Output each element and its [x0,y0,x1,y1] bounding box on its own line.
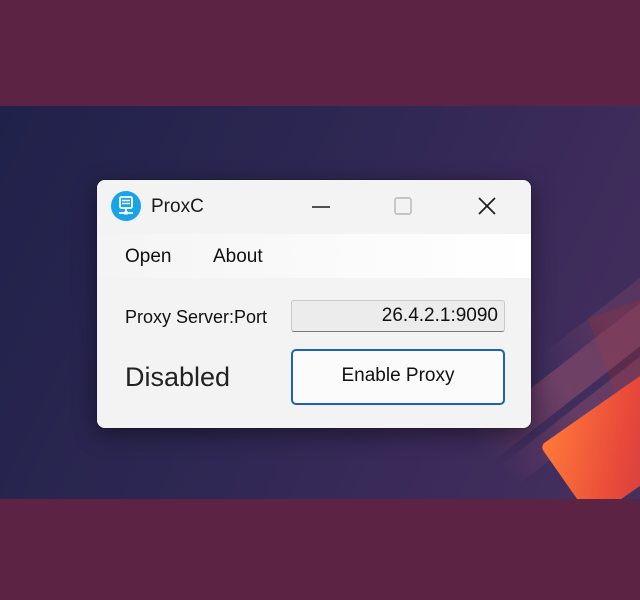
menu-bar: Open About [97,234,531,278]
menu-item-about[interactable]: About [213,246,263,268]
proxy-status-text: Disabled [125,362,231,392]
maximize-icon [394,197,412,215]
close-icon [478,197,496,215]
title-bar[interactable]: ProxC [97,180,531,234]
enable-proxy-button[interactable]: Enable Proxy [291,349,505,405]
minimize-button[interactable] [285,180,359,234]
app-window: ProxC Open About Proxy Server:Port Disab… [97,180,531,428]
close-button[interactable] [451,180,525,234]
network-server-icon [111,191,141,221]
maximize-button[interactable] [367,180,441,234]
proxy-panel: Proxy Server:Port Disabled Enable Proxy [97,278,531,428]
menu-item-open[interactable]: Open [125,246,171,268]
minimize-icon [312,206,330,208]
proxy-server-input[interactable] [291,300,505,332]
window-title: ProxC [151,196,204,217]
proxy-server-label: Proxy Server:Port [125,307,268,327]
